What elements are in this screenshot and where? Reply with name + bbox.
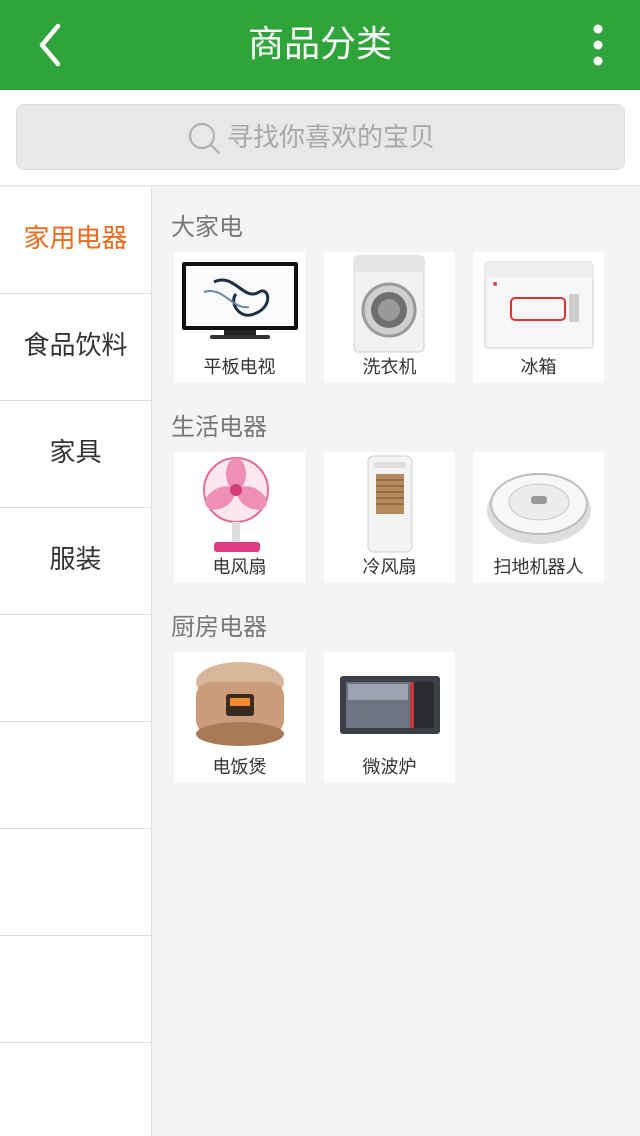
product-label: 电饭煲 bbox=[212, 757, 267, 778]
sidebar-item-label: 食品饮料 bbox=[23, 331, 128, 361]
robot-vacuum-image bbox=[487, 473, 591, 544]
svg-text:■: ■ bbox=[493, 281, 497, 288]
sidebar-item-empty[interactable] bbox=[0, 829, 151, 936]
category-sidebar: 家用电器 食品饮料 家具 服装 bbox=[0, 187, 152, 1136]
product-label: 洗衣机 bbox=[362, 357, 417, 378]
product-card-rice-cooker[interactable]: 电饭煲 bbox=[174, 652, 305, 783]
product-label: 微波炉 bbox=[362, 757, 417, 778]
product-label: 冰箱 bbox=[520, 357, 557, 378]
more-button[interactable] bbox=[578, 18, 618, 72]
section-title: 厨房电器 bbox=[171, 613, 267, 641]
sidebar-item-food-drinks[interactable]: 食品饮料 bbox=[0, 294, 151, 401]
more-vertical-icon bbox=[593, 24, 603, 66]
fan-image bbox=[203, 457, 269, 552]
tv-image bbox=[182, 262, 298, 339]
search-placeholder: 寻找你喜欢的宝贝 bbox=[227, 123, 436, 153]
sidebar-item-empty[interactable] bbox=[0, 936, 151, 1043]
product-card-fridge[interactable]: ■ 冰箱 bbox=[473, 252, 604, 383]
product-card-washing-machine[interactable]: 洗衣机 bbox=[324, 252, 455, 383]
sidebar-item-label: 家具 bbox=[49, 438, 102, 468]
product-card-tv[interactable]: 平板电视 bbox=[174, 252, 305, 383]
sidebar-item-label: 家用电器 bbox=[23, 224, 128, 254]
product-card-microwave[interactable]: 微波炉 bbox=[324, 652, 455, 783]
sidebar-item-clothing[interactable]: 服装 bbox=[0, 508, 151, 615]
product-label: 电风扇 bbox=[212, 557, 267, 578]
product-label: 冷风扇 bbox=[362, 557, 417, 578]
sidebar-item-empty[interactable] bbox=[0, 1043, 151, 1136]
product-label: 平板电视 bbox=[203, 357, 276, 378]
sidebar-item-empty[interactable] bbox=[0, 615, 151, 722]
search-bar: 寻找你喜欢的宝贝 bbox=[0, 90, 640, 186]
search-icon bbox=[188, 122, 221, 155]
product-card-electric-fan[interactable]: 电风扇 bbox=[174, 452, 305, 583]
search-input[interactable]: 寻找你喜欢的宝贝 bbox=[16, 104, 625, 170]
air-cooler-image bbox=[367, 455, 413, 553]
product-card-robot-vacuum[interactable]: 扫地机器人 bbox=[473, 452, 604, 583]
category-content: 大家电 平板电视 洗衣机 ■ 冰箱 生活电器 电风扇 冷风扇 扫地机器人 厨房电… bbox=[153, 187, 640, 1136]
washing-machine-image bbox=[353, 255, 425, 353]
page-title: 商品分类 bbox=[247, 24, 392, 65]
sidebar-item-empty[interactable] bbox=[0, 722, 151, 829]
header-bar: 商品分类 bbox=[0, 0, 640, 90]
section-title: 生活电器 bbox=[171, 413, 267, 441]
sidebar-item-appliances[interactable]: 家用电器 bbox=[0, 187, 151, 294]
sidebar-item-label: 服装 bbox=[49, 545, 102, 575]
microwave-image bbox=[340, 676, 440, 734]
rice-cooker-image bbox=[196, 662, 284, 746]
sidebar-item-furniture[interactable]: 家具 bbox=[0, 401, 151, 508]
product-card-air-cooler[interactable]: 冷风扇 bbox=[324, 452, 455, 583]
section-title: 大家电 bbox=[171, 213, 243, 241]
product-label: 扫地机器人 bbox=[493, 557, 584, 578]
freezer-image: ■ bbox=[484, 261, 594, 349]
